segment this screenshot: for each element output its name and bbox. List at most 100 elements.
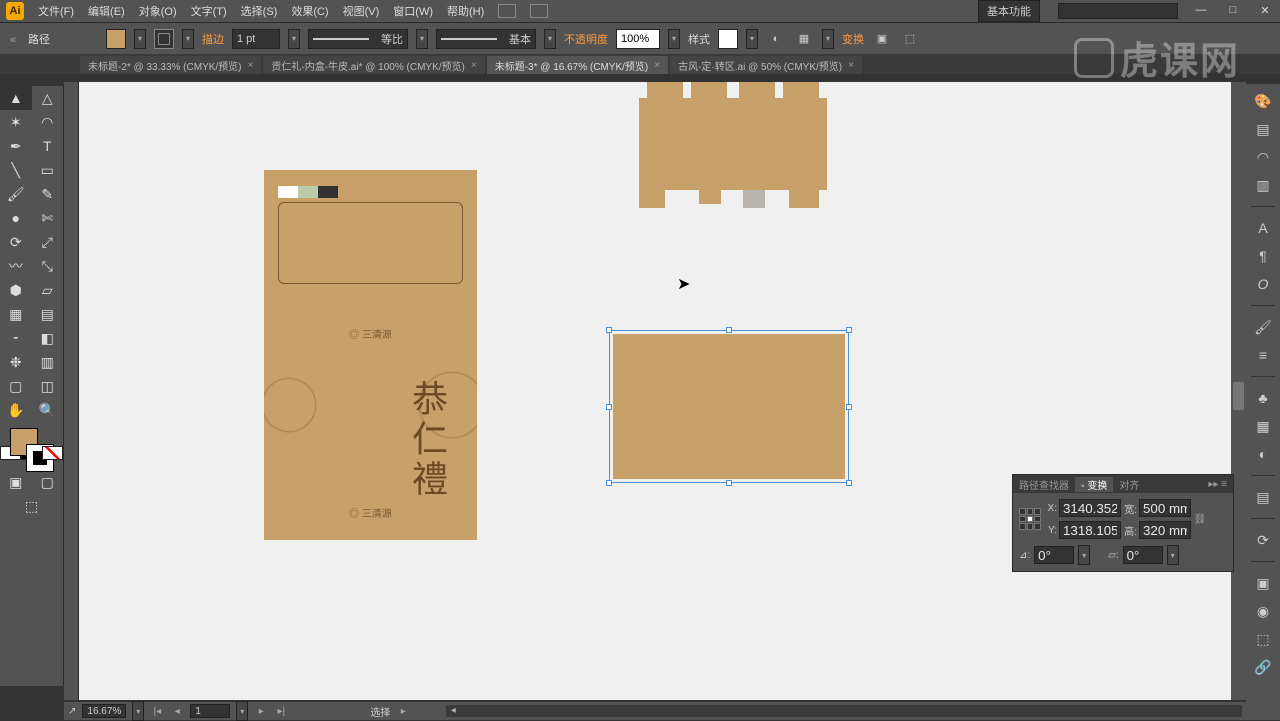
fill-swatch[interactable] (106, 29, 126, 49)
prev-artboard-icon[interactable]: ◂ (170, 706, 184, 717)
pencil-tool-icon[interactable]: ✎ (32, 182, 64, 206)
profile-dd[interactable]: 等比 (308, 29, 408, 49)
artwork-package[interactable]: ◎ 三清源 恭仁禮 ◎ 三清源 (264, 170, 477, 540)
layers-panel-icon[interactable]: ▤ (1253, 488, 1273, 506)
blob-tool-icon[interactable]: ● (0, 206, 32, 230)
tab-close-icon[interactable]: × (848, 60, 854, 71)
stroke-weight-dd-icon[interactable]: ▾ (288, 29, 300, 49)
edit-clip-icon[interactable]: ⬚ (900, 29, 920, 49)
tab-align[interactable]: 对齐 (1113, 477, 1145, 492)
zoom-input[interactable]: 16.67% (82, 704, 126, 718)
align-dd-icon[interactable]: ▾ (822, 29, 834, 49)
handle-tl[interactable] (606, 327, 612, 333)
maximize-icon[interactable]: □ (1224, 4, 1242, 18)
align-panel-icon[interactable]: ▣ (1253, 574, 1273, 592)
selected-rectangle[interactable] (609, 330, 849, 483)
style-dd-icon[interactable]: ▾ (746, 29, 758, 49)
artboard-dd-icon[interactable]: ▾ (236, 701, 248, 721)
mesh-tool-icon[interactable]: ▦ (0, 302, 32, 326)
handle-tm[interactable] (726, 327, 732, 333)
screen-mode-icon[interactable]: ⬚ (0, 494, 63, 518)
stroke-label[interactable]: 描边 (202, 31, 224, 47)
color-none-icon[interactable] (42, 446, 63, 460)
gradient-panel-icon[interactable]: ▥ (1253, 176, 1273, 194)
type-tool-icon[interactable]: T (32, 134, 64, 158)
w-input[interactable] (1139, 499, 1191, 517)
char-panel-icon[interactable]: A (1253, 219, 1273, 237)
links-panel-icon[interactable]: 🔗 (1253, 658, 1273, 676)
eyedrop-tool-icon[interactable]: ⁃ (0, 326, 32, 350)
tab-close-icon[interactable]: × (248, 60, 254, 71)
artboards-panel-icon[interactable]: ⬚ (1253, 630, 1273, 648)
shape-build-icon[interactable]: ⬢ (0, 278, 32, 302)
tab-close-icon[interactable]: × (654, 60, 660, 71)
pen-tool-icon[interactable]: ✒ (0, 134, 32, 158)
handle-ml[interactable] (606, 404, 612, 410)
eraser-tool-icon[interactable]: ✄ (32, 206, 64, 230)
menu-view[interactable]: 视图(V) (343, 3, 380, 19)
last-artboard-icon[interactable]: ▸| (274, 706, 288, 717)
menu-edit[interactable]: 编辑(E) (88, 3, 125, 19)
stroke-panel-icon[interactable]: ◠ (1253, 148, 1273, 166)
line-tool-icon[interactable]: ╲ (0, 158, 32, 182)
scrollbar-v[interactable] (1231, 82, 1246, 700)
x-input[interactable] (1059, 499, 1121, 517)
scroll-thumb[interactable] (1233, 382, 1244, 410)
brush-dd-icon[interactable]: ▾ (544, 29, 556, 49)
opacity-input[interactable]: 100% (616, 29, 660, 49)
menu-window[interactable]: 窗口(W) (393, 3, 433, 19)
hand-tool-icon[interactable]: ✋ (0, 398, 32, 422)
transform-label[interactable]: 变换 (842, 31, 864, 47)
selection-tool-icon[interactable]: ▲ (0, 86, 32, 110)
symbol-tool-icon[interactable]: ❉ (0, 350, 32, 374)
blend-tool-icon[interactable]: ◧ (32, 326, 64, 350)
rotate-input[interactable] (1034, 546, 1074, 564)
tab-1[interactable]: 贡仁礼-内盒-牛皮.ai* @ 100% (CMYK/预览)× (263, 56, 484, 74)
rotate-dd-icon[interactable]: ▾ (1078, 545, 1090, 565)
stroke-weight-input[interactable]: 1 pt (232, 29, 280, 49)
recolor-icon[interactable]: ◐ (766, 29, 786, 49)
brushes-panel-icon[interactable]: 🖌 (1253, 318, 1273, 336)
y-input[interactable] (1059, 521, 1121, 539)
zoom-tool-icon[interactable]: 🔍 (32, 398, 64, 422)
artboard-input[interactable]: 1 (190, 704, 230, 718)
first-artboard-icon[interactable]: |◂ (150, 706, 164, 717)
appearance-panel-icon[interactable]: ♣ (1253, 389, 1273, 407)
brush-tool-icon[interactable]: 🖌 (0, 182, 32, 206)
slice-tool-icon[interactable]: ◫ (32, 374, 64, 398)
tab-pathfinder[interactable]: 路径查找器 (1013, 477, 1075, 492)
graphic-styles-icon[interactable]: ▦ (1253, 417, 1273, 435)
transform-panel[interactable]: 路径查找器 ◦ 变换 对齐 ▸▸ ≡ X: 宽: Y: 高: ⛓ ⊿: ▾ ▱:… (1012, 474, 1234, 572)
tab-3[interactable]: 古风-定·转区.ai @ 50% (CMYK/预览)× (670, 56, 862, 74)
direct-select-tool-icon[interactable]: △ (32, 86, 64, 110)
tab-0[interactable]: 未标题-2* @ 33.33% (CMYK/预览)× (80, 56, 261, 74)
style-swatch[interactable] (718, 29, 738, 49)
menu-help[interactable]: 帮助(H) (447, 3, 484, 19)
menu-extra-1-icon[interactable] (498, 4, 516, 18)
scrollbar-h[interactable]: ◂ (446, 705, 1242, 717)
link-wh-icon[interactable]: ⛓ (1193, 514, 1207, 525)
para-panel-icon[interactable]: ¶ (1253, 247, 1273, 265)
rotate-tool-icon[interactable]: ⟳ (0, 230, 32, 254)
stroke-swatch[interactable] (154, 29, 174, 49)
profile-dd-icon[interactable]: ▾ (416, 29, 428, 49)
h-input[interactable] (1139, 521, 1191, 539)
menu-file[interactable]: 文件(F) (38, 3, 74, 19)
align-icon[interactable]: ▦ (794, 29, 814, 49)
isolate-icon[interactable]: ▣ (872, 29, 892, 49)
opacity-dd-icon[interactable]: ▾ (668, 29, 680, 49)
next-artboard-icon[interactable]: ▸ (254, 706, 268, 717)
search-input[interactable] (1058, 3, 1178, 19)
width-tool-icon[interactable]: 〰 (0, 254, 32, 278)
transform-panel-icon[interactable]: ⟳ (1253, 531, 1273, 549)
rect-tool-icon[interactable]: ▭ (32, 158, 64, 182)
tab-2[interactable]: 未标题-3* @ 16.67% (CMYK/预览)× (487, 56, 668, 74)
panel-toggle-icon[interactable]: « (10, 34, 20, 44)
workspace-switch[interactable]: 基本功能 (978, 0, 1040, 22)
free-tool-icon[interactable]: ⤡ (32, 254, 64, 278)
minimize-icon[interactable]: — (1192, 4, 1210, 18)
handle-bl[interactable] (606, 480, 612, 486)
fill-dd-icon[interactable]: ▾ (134, 29, 146, 49)
artboard-tool-icon[interactable]: ▢ (0, 374, 32, 398)
panel-menu-icon[interactable]: ▸▸ ≡ (1202, 479, 1233, 490)
